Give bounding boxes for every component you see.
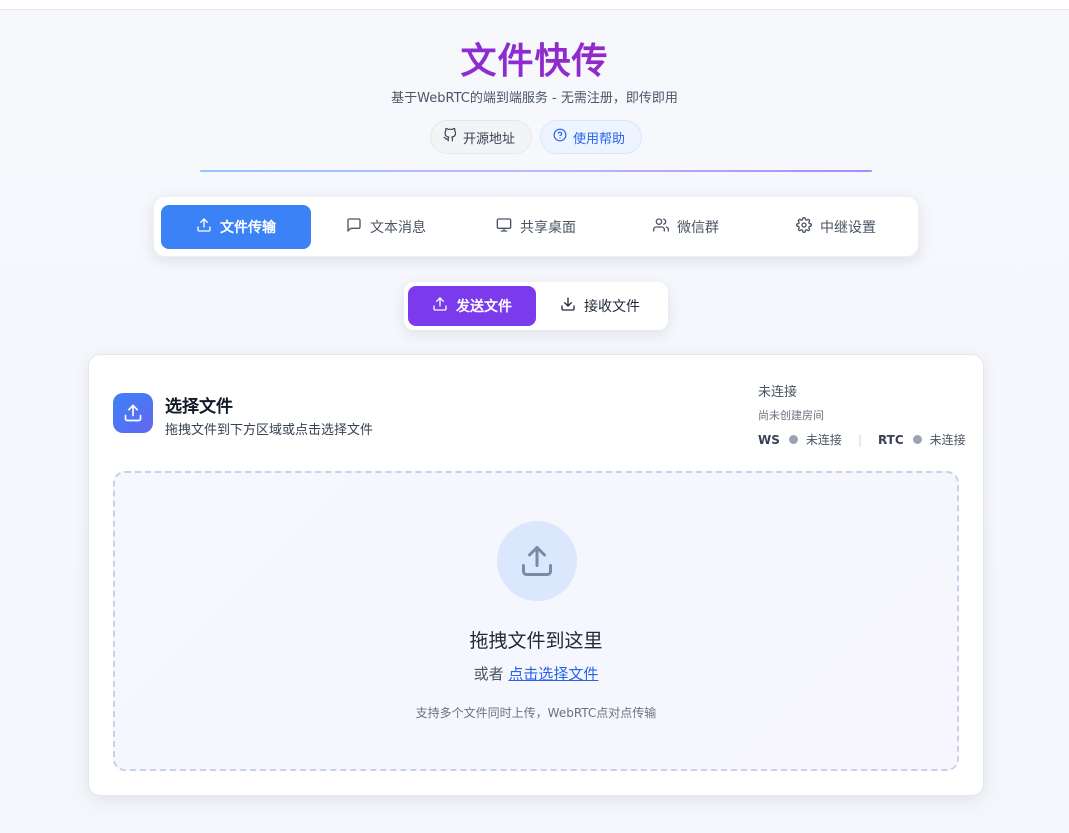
rtc-status: 未连接: [929, 433, 966, 447]
room-status: 尚未创建房间: [758, 409, 824, 422]
main-tab-bar: 文件传输 文本消息 共享桌面 微信群 中继设置: [153, 196, 919, 257]
tab-text-message[interactable]: 文本消息: [311, 205, 461, 249]
send-file-button[interactable]: 发送文件: [408, 286, 536, 326]
ws-status: 未连接: [805, 433, 842, 447]
tab-label: 微信群: [677, 220, 719, 236]
dropzone-or-text: 或者: [473, 665, 504, 683]
upload-icon: [432, 296, 448, 316]
rtc-status-dot: [912, 435, 922, 444]
card-title: 选择文件: [165, 397, 233, 417]
pick-file-link[interactable]: 点击选择文件: [508, 665, 598, 683]
tab-file-transfer[interactable]: 文件传输: [161, 205, 311, 249]
github-link[interactable]: 开源地址: [430, 120, 532, 154]
github-icon: [443, 127, 457, 146]
top-bar: [0, 0, 1069, 10]
tab-label: 文件传输: [220, 220, 276, 236]
send-file-label: 发送文件: [456, 299, 512, 315]
page-subtitle: 基于WebRTC的端到端服务 - 无需注册，即传即用: [391, 91, 678, 106]
receive-file-button[interactable]: 接收文件: [536, 286, 664, 326]
tab-relay-settings[interactable]: 中继设置: [761, 205, 911, 249]
gear-icon: [796, 217, 812, 237]
help-link-label: 使用帮助: [573, 131, 626, 147]
monitor-icon: [496, 217, 512, 237]
tab-label: 共享桌面: [520, 220, 576, 236]
upload-icon: [196, 217, 212, 237]
tab-wechat-group[interactable]: 微信群: [611, 205, 761, 249]
file-select-card: 选择文件 拖拽文件到下方区域或点击选择文件 未连接 尚未创建房间 WS 未连接 …: [88, 354, 984, 796]
transfer-mode-switch: 发送文件 接收文件: [404, 282, 668, 330]
ws-status-dot: [788, 435, 798, 444]
upload-icon: [497, 521, 577, 601]
tab-label: 中继设置: [820, 220, 876, 236]
dropzone-title: 拖拽文件到这里: [469, 630, 603, 652]
connection-detail-row: WS 未连接 | RTC 未连接: [758, 431, 966, 448]
tab-share-desktop[interactable]: 共享桌面: [461, 205, 611, 249]
users-icon: [653, 217, 669, 237]
tab-label: 文本消息: [370, 220, 426, 236]
github-link-label: 开源地址: [463, 131, 516, 147]
rtc-label: RTC: [877, 432, 904, 447]
upload-icon: [113, 393, 153, 433]
status-separator: |: [857, 432, 862, 447]
ws-label: WS: [758, 432, 780, 447]
header-divider: [200, 170, 872, 172]
message-icon: [346, 217, 362, 237]
page-title: 文件快传: [0, 32, 1069, 84]
help-link[interactable]: 使用帮助: [540, 120, 642, 154]
dropzone-or-row: 或者 点击选择文件: [115, 663, 957, 684]
card-subtitle: 拖拽文件到下方区域或点击选择文件: [165, 423, 374, 438]
connection-status: 未连接: [758, 385, 798, 400]
file-dropzone[interactable]: 拖拽文件到这里 或者 点击选择文件 支持多个文件同时上传，WebRTC点对点传输: [113, 471, 959, 771]
download-icon: [560, 296, 576, 316]
dropzone-hint: 支持多个文件同时上传，WebRTC点对点传输: [415, 706, 657, 720]
receive-file-label: 接收文件: [584, 299, 640, 315]
help-circle-icon: [553, 128, 567, 146]
